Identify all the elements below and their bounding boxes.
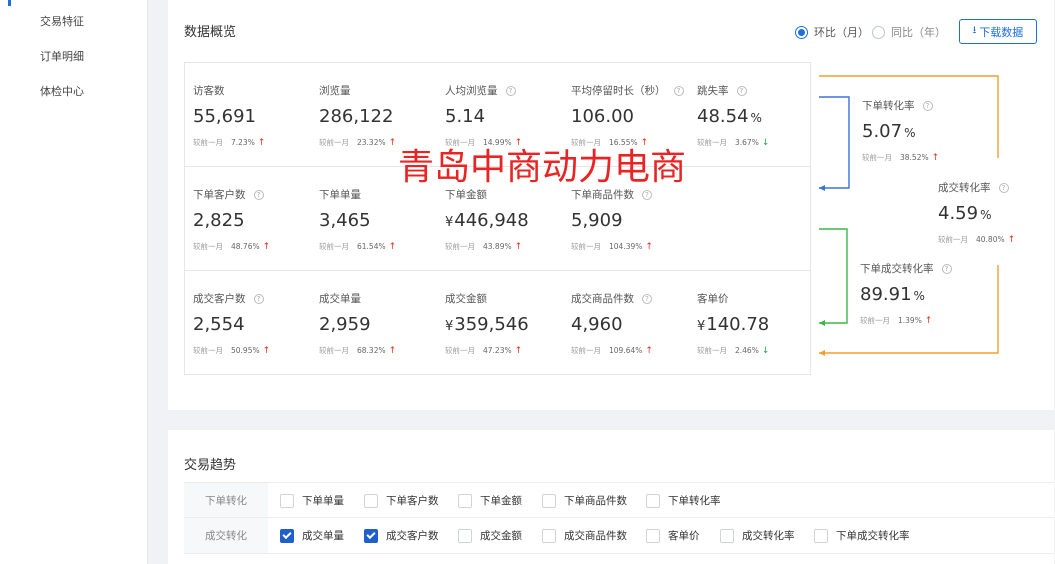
checkbox-label: 客单价 xyxy=(668,530,700,542)
checkbox-icon[interactable] xyxy=(646,528,660,543)
flow-line-green xyxy=(819,228,848,324)
checkbox-icon[interactable] xyxy=(280,493,294,508)
flow-line-orange-bottom xyxy=(819,265,999,354)
checkbox-label: 成交金额 xyxy=(480,530,522,542)
trend-title: 交易趋势 xyxy=(184,458,237,473)
sidebar: 交易特征 订单明细 体检中心 xyxy=(0,0,148,564)
flow-line-blue xyxy=(819,96,850,189)
conversion-flow-lines xyxy=(819,75,999,356)
flow-arrow-blue xyxy=(819,185,825,191)
metric-checkbox[interactable]: 成交转化率 xyxy=(720,528,795,543)
flow-arrow-green xyxy=(819,320,825,326)
metric-checkbox[interactable]: 下单单量 xyxy=(280,493,344,508)
data-overview-card: 数据概览 环比（月） 同比（年） ⭳ 下载数据 访客数 55,691 较前一月 7.2… xyxy=(168,0,1054,410)
sidebar-item-trade-features[interactable]: 交易特征 xyxy=(40,13,84,29)
checkbox-checked-icon[interactable] xyxy=(280,528,294,543)
metric-checkbox[interactable]: 成交单量 xyxy=(280,528,344,543)
checkbox-label: 成交转化率 xyxy=(742,530,795,542)
sidebar-active-indicator xyxy=(8,0,11,6)
metric-checkbox[interactable]: 成交商品件数 xyxy=(542,528,627,543)
checkbox-label: 下单客户数 xyxy=(386,495,439,507)
checkbox-icon[interactable] xyxy=(542,528,556,543)
checkbox-icon[interactable] xyxy=(458,493,472,508)
trend-row: 成交转化 成交单量 成交客户数 成交金额 成交商品件数 客单价 成交转化率 下单成交转化率 xyxy=(184,518,1054,554)
checkbox-icon[interactable] xyxy=(542,493,556,508)
metric-checkbox[interactable]: 客单价 xyxy=(646,528,700,543)
checkbox-checked-icon[interactable] xyxy=(364,528,378,543)
checkbox-label: 下单商品件数 xyxy=(564,495,627,507)
checkbox-label: 下单金额 xyxy=(480,495,522,507)
checkbox-icon[interactable] xyxy=(364,493,378,508)
metric-checkbox[interactable]: 下单客户数 xyxy=(364,493,439,508)
flow-arrow-orange xyxy=(819,350,825,356)
checkbox-label: 成交单量 xyxy=(302,530,344,542)
metric-checkbox[interactable]: 下单转化率 xyxy=(646,493,721,508)
trade-trend-card: 交易趋势 下单转化 下单单量 下单客户数 下单金额 下单商品件数 下单转化率成交转化 成交单… xyxy=(168,430,1054,564)
checkbox-label: 成交商品件数 xyxy=(564,530,627,542)
metric-checkbox[interactable]: 下单金额 xyxy=(458,493,522,508)
checkbox-icon[interactable] xyxy=(814,528,828,543)
trend-row: 下单转化 下单单量 下单客户数 下单金额 下单商品件数 下单转化率 xyxy=(184,482,1054,518)
metric-checkbox[interactable]: 成交客户数 xyxy=(364,528,439,543)
metric-checkbox[interactable]: 成交金额 xyxy=(458,528,522,543)
sidebar-item-health-center[interactable]: 体检中心 xyxy=(40,83,84,99)
trend-row-label: 成交转化 xyxy=(184,518,268,553)
metric-checkbox[interactable]: 下单商品件数 xyxy=(542,493,627,508)
flow-line-orange-top xyxy=(819,75,999,158)
sidebar-item-order-details[interactable]: 订单明细 xyxy=(40,48,84,64)
trend-filter-table: 下单转化 下单单量 下单客户数 下单金额 下单商品件数 下单转化率成交转化 成交单量 成交客户… xyxy=(184,482,1054,554)
watermark-text: 青岛中商动力电商 xyxy=(398,147,687,188)
checkbox-icon[interactable] xyxy=(720,528,734,543)
checkbox-label: 下单单量 xyxy=(302,495,344,507)
checkbox-label: 成交客户数 xyxy=(386,530,439,542)
trend-row-label: 下单转化 xyxy=(184,483,268,517)
checkbox-icon[interactable] xyxy=(458,528,472,543)
checkbox-label: 下单成交转化率 xyxy=(836,530,910,542)
checkbox-icon[interactable] xyxy=(646,493,660,508)
metric-checkbox[interactable]: 下单成交转化率 xyxy=(814,528,910,543)
checkbox-label: 下单转化率 xyxy=(668,495,721,507)
